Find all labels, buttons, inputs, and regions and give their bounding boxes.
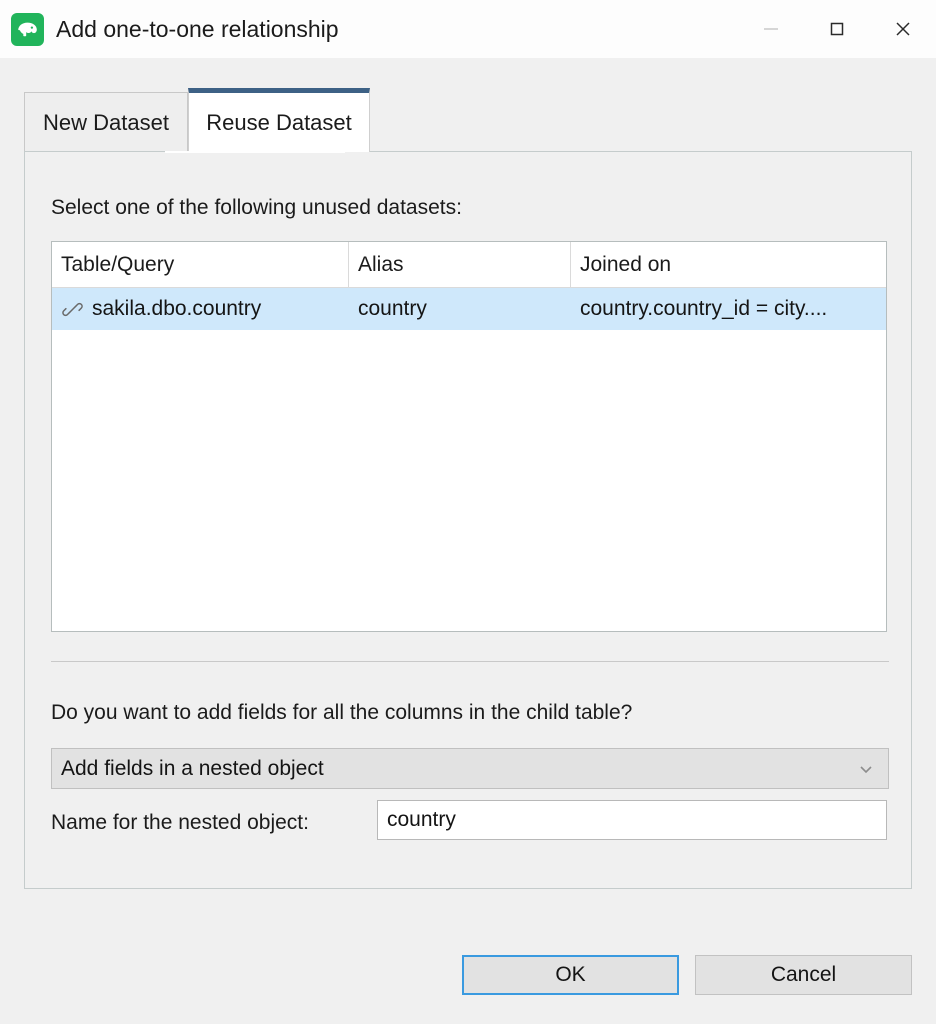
minimize-icon[interactable] xyxy=(738,0,804,58)
cell-alias: country xyxy=(349,297,571,321)
child-columns-question-label: Do you want to add fields for all the co… xyxy=(51,701,632,725)
select-dataset-label: Select one of the following unused datas… xyxy=(51,196,462,220)
table-row[interactable]: sakila.dbo.country country country.count… xyxy=(52,288,886,330)
cancel-button-label: Cancel xyxy=(771,963,836,987)
table-header-row: Table/Query Alias Joined on xyxy=(52,242,886,288)
fields-mode-selected-value: Add fields in a nested object xyxy=(52,757,844,781)
chevron-down-icon[interactable] xyxy=(844,759,888,779)
ok-button[interactable]: OK xyxy=(462,955,679,995)
tab-new-dataset[interactable]: New Dataset xyxy=(24,92,188,152)
tab-new-dataset-label: New Dataset xyxy=(43,110,169,136)
title-bar: Add one-to-one relationship xyxy=(0,0,936,58)
window-title: Add one-to-one relationship xyxy=(56,18,339,41)
cancel-button[interactable]: Cancel xyxy=(695,955,912,995)
tab-reuse-dataset-label: Reuse Dataset xyxy=(206,110,352,136)
nested-object-name-label: Name for the nested object: xyxy=(51,811,309,835)
window-controls xyxy=(738,0,936,58)
cell-table-query: sakila.dbo.country xyxy=(52,297,349,321)
column-header-alias[interactable]: Alias xyxy=(349,242,571,287)
cell-joined-on: country.country_id = city.... xyxy=(571,297,886,321)
ok-button-label: OK xyxy=(555,963,585,987)
column-header-joined-on[interactable]: Joined on xyxy=(571,242,886,287)
link-icon xyxy=(62,299,83,320)
tab-strip: New Dataset Reuse Dataset xyxy=(24,88,912,152)
maximize-icon[interactable] xyxy=(804,0,870,58)
column-header-table-query[interactable]: Table/Query xyxy=(52,242,349,287)
datasets-table[interactable]: Table/Query Alias Joined on sakila.dbo.c… xyxy=(51,241,887,632)
active-tab-seam xyxy=(165,151,345,153)
nested-object-name-input[interactable] xyxy=(377,800,887,840)
tab-content-panel: Select one of the following unused datas… xyxy=(24,151,912,889)
section-divider xyxy=(51,661,889,662)
elephant-logo-icon xyxy=(11,13,44,46)
close-icon[interactable] xyxy=(870,0,936,58)
cell-table-query-text: sakila.dbo.country xyxy=(92,297,261,321)
tab-reuse-dataset[interactable]: Reuse Dataset xyxy=(188,88,370,152)
fields-mode-dropdown[interactable]: Add fields in a nested object xyxy=(51,748,889,789)
